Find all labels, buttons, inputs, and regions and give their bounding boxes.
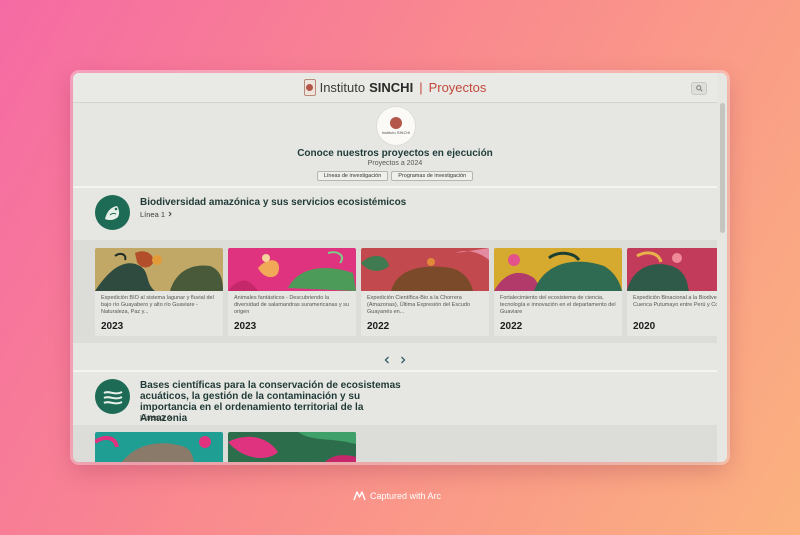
tab-programas[interactable]: Programas de investigación bbox=[391, 171, 474, 181]
project-card-title: Expedición Científica-Bio a la Chorrera … bbox=[367, 295, 471, 315]
project-card[interactable]: Animales fantásticos - Descubriendo la d… bbox=[228, 248, 356, 336]
project-card-year: 2022 bbox=[367, 321, 390, 332]
project-card[interactable] bbox=[228, 432, 356, 462]
project-card-image bbox=[95, 248, 223, 291]
project-card-year: 2022 bbox=[500, 321, 523, 332]
section-divider bbox=[73, 186, 717, 188]
project-card-image bbox=[361, 248, 489, 291]
section-title: Proyectos bbox=[428, 80, 487, 95]
brand[interactable]: Instituto SINCHI | Proyectos bbox=[303, 79, 487, 96]
brand-separator: | bbox=[419, 80, 423, 95]
biodiversity-icon bbox=[95, 195, 130, 230]
hero-title: Conoce nuestros proyectos en ejecución bbox=[297, 148, 493, 159]
line-2-header: Bases científicas para la conservación d… bbox=[73, 373, 717, 425]
sinchi-logo-icon bbox=[303, 79, 316, 96]
institute-logo-icon: Instituto SINCHI bbox=[377, 107, 415, 145]
line-1-link[interactable]: Línea 1 bbox=[140, 210, 173, 219]
brand-name: Instituto bbox=[319, 80, 366, 95]
line-2-link[interactable]: Línea 2 bbox=[140, 413, 173, 422]
page-scrollbar[interactable] bbox=[720, 103, 725, 233]
carousel-next-button[interactable] bbox=[399, 355, 407, 365]
line-1-header: Biodiversidad amazónica y sus servicios … bbox=[73, 189, 717, 239]
project-card-year: 2023 bbox=[101, 321, 124, 332]
hero-section: Instituto SINCHI Conoce nuestros proyect… bbox=[73, 103, 717, 187]
project-card-title: Animales fantásticos - Descubriendo la d… bbox=[234, 295, 349, 315]
section-divider bbox=[73, 370, 717, 372]
tab-lineas[interactable]: Líneas de investigación bbox=[316, 171, 389, 181]
river-icon bbox=[95, 379, 130, 414]
project-card-image bbox=[95, 432, 223, 462]
carousel-prev-button[interactable] bbox=[383, 355, 391, 365]
chevron-right-icon bbox=[168, 414, 172, 420]
browser-window: Instituto SINCHI | Proyectos Instituto S… bbox=[73, 73, 727, 462]
brand-strong: SINCHI bbox=[369, 80, 414, 95]
project-card-title: Expedición BIO al sistema lagunar y fluv… bbox=[101, 295, 214, 315]
line-2-carousel bbox=[73, 425, 717, 462]
project-card-title: Fortalecimiento del ecosistema de cienci… bbox=[500, 295, 616, 315]
hero-subtitle: Proyectos a 2024 bbox=[367, 160, 423, 167]
line-2-title[interactable]: Bases científicas para la conservación d… bbox=[140, 380, 410, 424]
site-header: Instituto SINCHI | Proyectos bbox=[73, 73, 717, 103]
project-card-title: Expedición Binacional a la Biodiversidad… bbox=[633, 295, 717, 308]
hero-tabs: Líneas de investigación Programas de inv… bbox=[73, 171, 717, 181]
project-card-image bbox=[228, 248, 356, 291]
arc-capture-badge: Captured with Arc bbox=[353, 490, 441, 501]
project-card[interactable]: Fortalecimiento del ecosistema de cienci… bbox=[494, 248, 622, 336]
capture-label: Captured with Arc bbox=[370, 490, 442, 501]
project-card-image bbox=[228, 432, 356, 462]
line-1-carousel: Expedición BIO al sistema lagunar y fluv… bbox=[73, 240, 717, 343]
project-card[interactable]: Expedición BIO al sistema lagunar y fluv… bbox=[95, 248, 223, 336]
chevron-left-icon bbox=[384, 356, 389, 364]
search-button[interactable] bbox=[691, 82, 707, 95]
project-card-year: 2023 bbox=[234, 321, 257, 332]
project-card[interactable]: Expedición Binacional a la Biodiversidad… bbox=[627, 248, 717, 336]
project-card-image bbox=[494, 248, 622, 291]
project-card-image bbox=[627, 248, 717, 291]
project-card[interactable]: Expedición Científica-Bio a la Chorrera … bbox=[361, 248, 489, 336]
project-card[interactable] bbox=[95, 432, 223, 462]
chevron-right-icon bbox=[168, 211, 172, 217]
arc-icon bbox=[353, 491, 366, 501]
line-1-carousel-nav bbox=[73, 355, 717, 365]
project-card-year: 2020 bbox=[633, 321, 656, 332]
chevron-right-icon bbox=[401, 356, 406, 364]
line-1-title[interactable]: Biodiversidad amazónica y sus servicios … bbox=[140, 197, 560, 208]
search-icon bbox=[695, 85, 703, 92]
